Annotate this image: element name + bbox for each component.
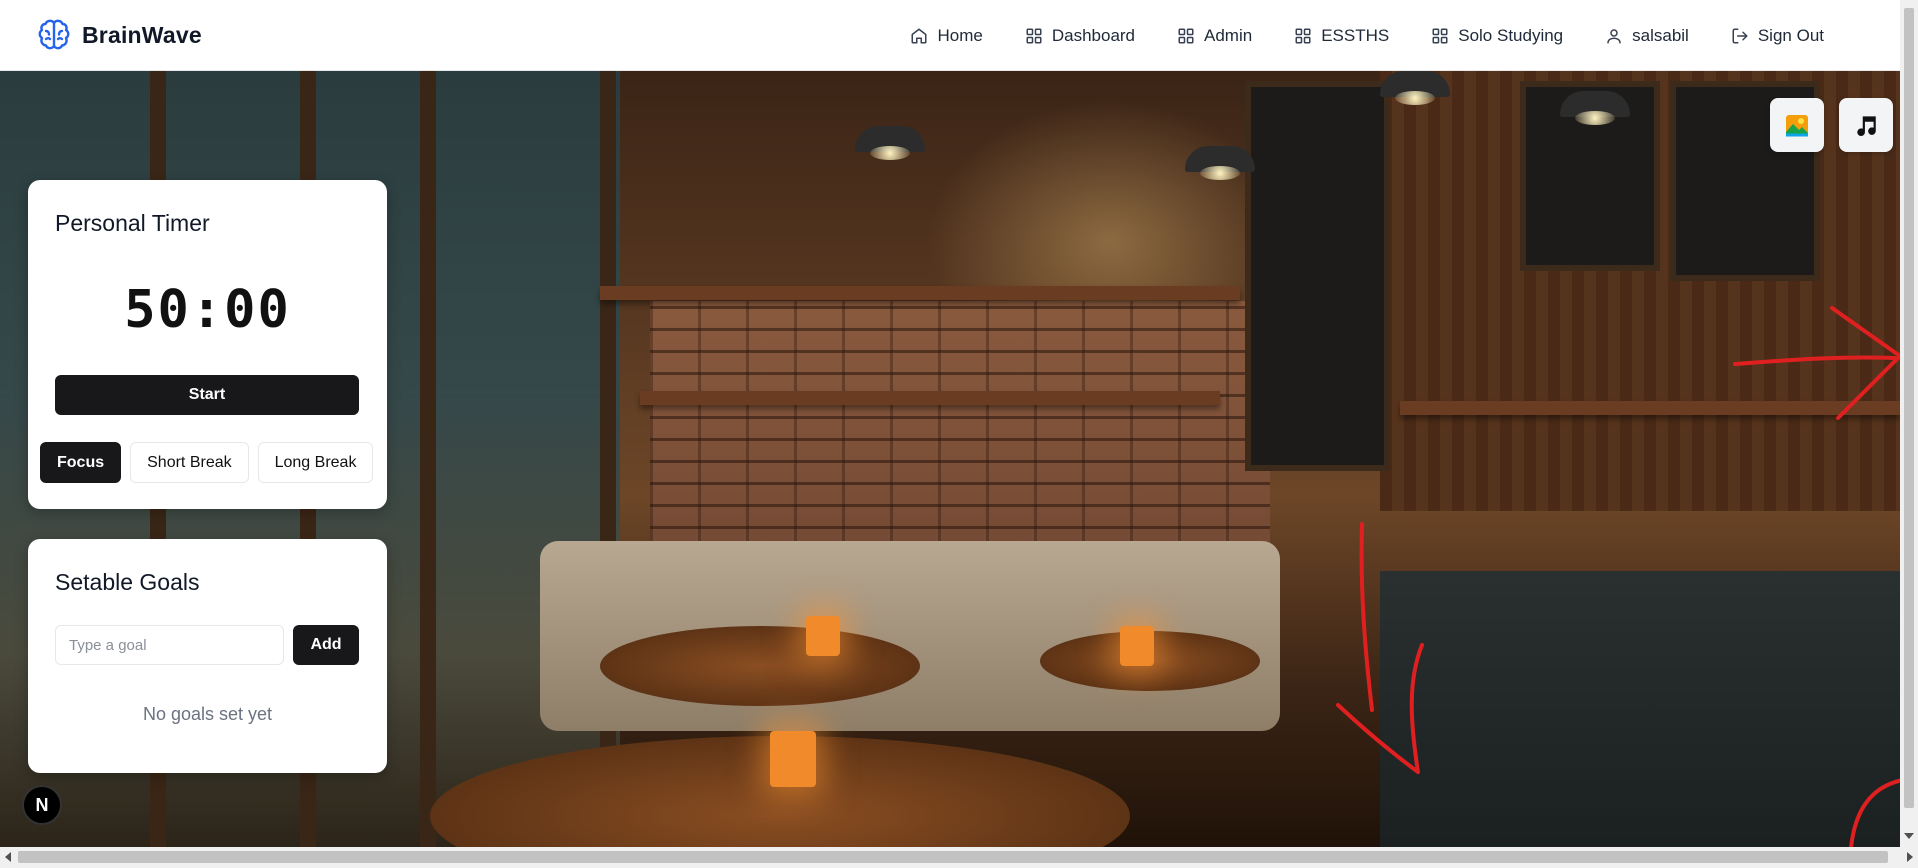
- coffee-counter: [1380, 571, 1900, 847]
- nav-solo-studying[interactable]: Solo Studying: [1410, 0, 1584, 71]
- mode-short-break-button[interactable]: Short Break: [130, 442, 249, 483]
- pendant-lamp: [1380, 71, 1450, 105]
- grid-icon: [1432, 28, 1448, 43]
- nav-home-label: Home: [937, 25, 983, 45]
- add-goal-button[interactable]: Add: [293, 625, 359, 665]
- nav-admin-label: Admin: [1204, 25, 1253, 45]
- scroll-right-arrow-icon[interactable]: [1907, 852, 1913, 862]
- goal-input[interactable]: [55, 625, 284, 665]
- nav-admin[interactable]: Admin: [1156, 0, 1273, 71]
- nav-essths[interactable]: ESSTHS: [1273, 0, 1410, 71]
- nav-dashboard-label: Dashboard: [1051, 25, 1136, 45]
- timer-display: 50:00: [124, 280, 291, 340]
- timer-title: Personal Timer: [55, 210, 210, 236]
- user-icon: [1607, 28, 1621, 43]
- sign-out-icon: [1732, 28, 1748, 43]
- window-frame: [420, 71, 436, 847]
- shelf: [600, 286, 1240, 300]
- horizontal-scrollbar[interactable]: [0, 847, 1918, 868]
- mode-focus-button[interactable]: Focus: [40, 442, 122, 483]
- nextjs-dev-badge[interactable]: N: [22, 785, 62, 825]
- candle: [1120, 626, 1154, 666]
- cafe-table: [600, 626, 920, 706]
- horizontal-scroll-thumb[interactable]: [18, 851, 1888, 863]
- scroll-left-arrow-icon[interactable]: [5, 852, 11, 862]
- goals-empty-state: No goals set yet: [142, 704, 273, 724]
- shelf: [1400, 401, 1900, 415]
- grid-icon: [1178, 28, 1194, 43]
- pendant-lamp: [1185, 146, 1255, 180]
- mode-long-break-button[interactable]: Long Break: [257, 442, 374, 483]
- home-icon: [911, 28, 927, 43]
- nav-essths-label: ESSTHS: [1321, 25, 1390, 45]
- brand-name: BrainWave: [82, 21, 202, 48]
- grid-icon: [1295, 28, 1311, 43]
- brand[interactable]: BrainWave: [36, 17, 202, 53]
- nav-user-label: salsabil: [1632, 25, 1689, 45]
- pendant-lamp: [1560, 91, 1630, 125]
- nav-links: Home Dashboard Admin ESSTHS Solo Studyin…: [889, 0, 1845, 71]
- personal-timer-card: Personal Timer 50:00 Start Focus Short B…: [28, 180, 387, 509]
- shelf: [640, 391, 1220, 405]
- nav-home[interactable]: Home: [889, 0, 1003, 71]
- candle: [770, 731, 816, 787]
- vertical-scroll-thumb[interactable]: [1904, 8, 1914, 808]
- vertical-scrollbar[interactable]: [1900, 0, 1918, 847]
- setable-goals-card: Setable Goals Add No goals set yet: [28, 539, 387, 773]
- start-button[interactable]: Start: [55, 375, 359, 415]
- background-picker-button[interactable]: [1770, 98, 1824, 152]
- music-icon: [1857, 116, 1876, 137]
- top-navbar: BrainWave Home Dashboard Admin ESSTHS So…: [0, 0, 1900, 71]
- brain-logo-icon: [38, 19, 70, 50]
- nav-dashboard[interactable]: Dashboard: [1004, 0, 1156, 71]
- nav-solo-studying-label: Solo Studying: [1458, 25, 1564, 45]
- nav-user-profile[interactable]: salsabil: [1584, 0, 1710, 71]
- candle: [806, 616, 840, 656]
- image-icon: [1786, 115, 1808, 137]
- nav-sign-out-label: Sign Out: [1757, 25, 1824, 45]
- nav-sign-out[interactable]: Sign Out: [1710, 0, 1845, 71]
- scroll-down-arrow-icon[interactable]: [1904, 833, 1914, 839]
- goals-title: Setable Goals: [55, 569, 200, 595]
- pendant-lamp: [855, 126, 925, 160]
- timer-mode-tabs: Focus Short Break Long Break: [40, 442, 374, 483]
- chalkboard-menu: [1245, 81, 1390, 471]
- music-player-button[interactable]: [1839, 98, 1893, 152]
- grid-icon: [1026, 28, 1042, 43]
